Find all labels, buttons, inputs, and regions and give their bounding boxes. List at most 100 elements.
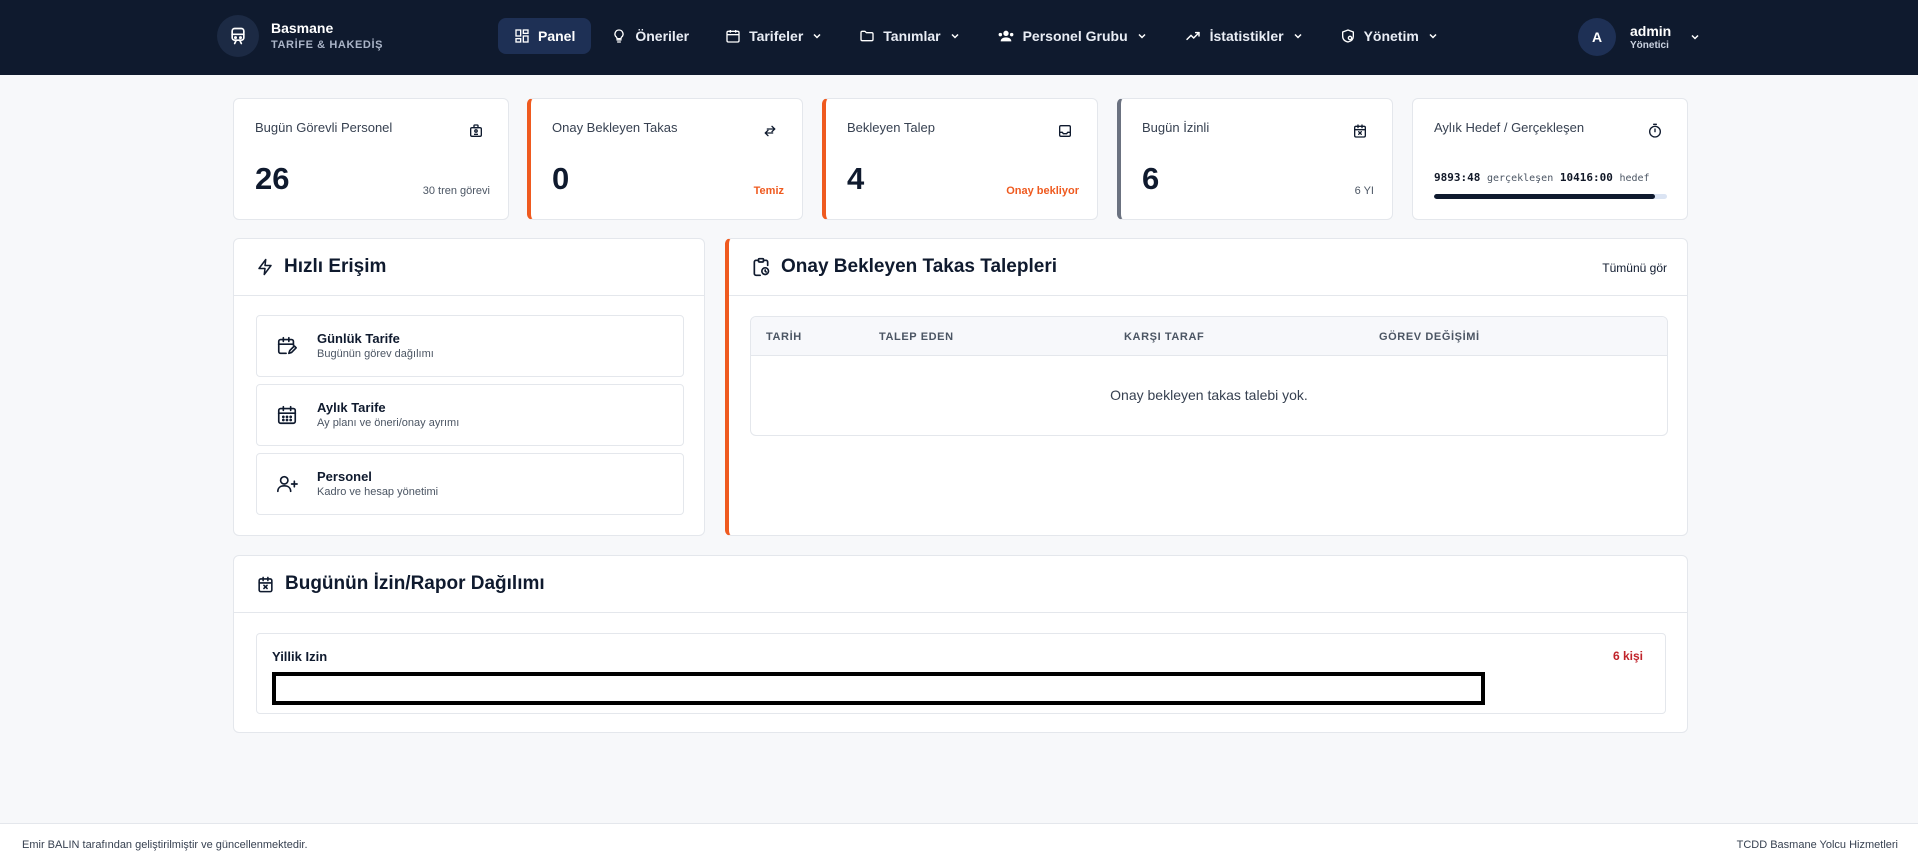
quick-item-subtitle: Ay planı ve öneri/onay ayrımı (317, 416, 460, 429)
chevron-down-icon (1429, 33, 1437, 39)
column-header-duty-change[interactable]: GÖREV DEĞİŞİMİ (1379, 331, 1480, 343)
swap-icon (764, 125, 776, 137)
id-badge-icon (470, 124, 482, 137)
nav-item-oneriler[interactable]: Öneriler (595, 18, 705, 54)
panel-header: Bugünün İzin/Rapor Dağılımı (234, 556, 1687, 613)
stat-card-monthly-goal: Aylık Hedef / Gerçekleşen 9893:48 gerçek… (1412, 98, 1688, 220)
quick-item-subtitle: Bugünün görev dağılımı (317, 347, 434, 360)
stat-card-pending-swap: Onay Bekleyen Takas 0 Temiz (527, 98, 803, 220)
empty-state-text: Onay bekleyen takas talebi yok. (1110, 387, 1308, 403)
swap-requests-panel: Onay Bekleyen Takas Talepleri Tümünü gör… (725, 238, 1688, 536)
stat-note: 30 tren görevi (422, 185, 490, 197)
stat-label: Bugün Görevli Personel (255, 120, 393, 135)
dashboard-icon (515, 29, 529, 43)
stat-label: Onay Bekleyen Takas (552, 120, 678, 135)
stat-note: Temiz (753, 185, 784, 197)
footer-org: TCDD Basmane Yolcu Hizmetleri (1736, 839, 1898, 851)
stat-card-pending-request: Bekleyen Talep 4 Onay bekliyor (822, 98, 1098, 220)
nav-label: Personel Grubu (1022, 28, 1128, 44)
nav-label: Öneriler (635, 28, 690, 44)
stopwatch-icon (1649, 123, 1661, 138)
calendar-edit-icon (275, 335, 299, 357)
nav-item-yonetim[interactable]: Yönetim (1324, 18, 1455, 54)
user-name: admin (1630, 22, 1672, 39)
calendar-grid-icon (275, 404, 299, 426)
inbox-icon (1059, 125, 1071, 137)
chevron-down-icon (1691, 34, 1699, 40)
calendar-x-icon (258, 576, 273, 592)
nav-label: Panel (538, 28, 576, 44)
brand-name: Basmane (271, 20, 334, 36)
stat-label: Bugün İzinli (1142, 120, 1210, 135)
users-icon (998, 30, 1013, 42)
quick-item-personnel[interactable]: Personel Kadro ve hesap yönetimi (256, 453, 684, 515)
main-nav: Panel Öneriler Tarifeler Tanımlar Person… (498, 18, 1459, 54)
quick-item-title: Günlük Tarife (317, 330, 400, 346)
chevron-down-icon (1294, 33, 1302, 39)
leave-distribution-panel: Bugünün İzin/Rapor Dağılımı Yillik Izin … (233, 555, 1688, 733)
goal-target: 10416:00 (1559, 171, 1613, 184)
folder-icon (860, 30, 874, 42)
quick-item-title: Personel (317, 468, 372, 484)
goal-progress-bar (1434, 194, 1667, 199)
stat-label: Aylık Hedef / Gerçekleşen (1434, 120, 1585, 135)
footer-credit: Emir BALIN tarafından geliştirilmiştir v… (22, 839, 308, 851)
leave-count: 6 kişi (1612, 649, 1643, 663)
chevron-down-icon (1138, 33, 1146, 39)
quick-item-daily-tariff[interactable]: Günlük Tarife Bugünün görev dağılımı (256, 315, 684, 377)
panel-title: Onay Bekleyen Takas Talepleri (781, 256, 1057, 277)
nav-item-tarifeler[interactable]: Tarifeler (709, 18, 839, 54)
shield-gear-icon (1341, 29, 1354, 43)
leave-row: Yillik Izin 6 kişi (256, 633, 1666, 714)
column-header-requester[interactable]: TALEP EDEN (879, 331, 954, 343)
avatar: A (1578, 18, 1616, 56)
panel-title: Bugünün İzin/Rapor Dağılımı (285, 573, 545, 594)
goal-target-label: hedef (1619, 173, 1650, 184)
calendar-x-icon (1354, 124, 1366, 138)
nav-item-tanimlar[interactable]: Tanımlar (843, 18, 976, 54)
nav-label: Tarifeler (749, 28, 804, 44)
nav-label: Tanımlar (883, 28, 941, 44)
goal-actual-label: gerçekleşen (1486, 173, 1554, 184)
quick-item-monthly-tariff[interactable]: Aylık Tarife Ay planı ve öneri/onay ayrı… (256, 384, 684, 446)
nav-label: İstatistikler (1209, 28, 1284, 44)
stat-value: 26 (255, 161, 290, 196)
table-header: TARİH TALEP EDEN KARŞI TARAF GÖREV DEĞİŞ… (751, 317, 1667, 356)
user-role: Yönetici (1630, 39, 1669, 51)
see-all-link[interactable]: Tümünü gör (1602, 261, 1667, 275)
stat-value: 0 (552, 161, 570, 196)
stat-card-on-leave: Bugün İzinli 6 6 YI (1117, 98, 1393, 220)
user-add-icon (275, 473, 299, 495)
chevron-down-icon (951, 33, 959, 39)
clipboard-clock-icon (753, 257, 770, 277)
user-menu[interactable]: A admin Yönetici (1578, 18, 1701, 56)
stat-card-on-duty: Bugün Görevli Personel 26 30 tren görevi (233, 98, 509, 220)
stat-value: 6 (1142, 161, 1160, 196)
stat-note: 6 YI (1354, 185, 1374, 197)
nav-item-panel[interactable]: Panel (498, 18, 592, 54)
nav-item-istatistikler[interactable]: İstatistikler (1168, 18, 1320, 54)
nav-label: Yönetim (1363, 28, 1419, 44)
top-navbar: Basmane TARİFE & HAKEDİŞ Panel Öneriler … (0, 0, 1918, 75)
panel-title: Hızlı Erişim (284, 256, 387, 277)
panel-header: Onay Bekleyen Takas Talepleri (729, 239, 1687, 296)
column-header-counterpart[interactable]: KARŞI TARAF (1124, 331, 1204, 343)
train-icon (217, 15, 259, 57)
chart-line-icon (1185, 31, 1200, 41)
stat-value: 4 (847, 161, 865, 196)
swap-requests-table: TARİH TALEP EDEN KARŞI TARAF GÖREV DEĞİŞ… (750, 316, 1668, 436)
stat-label: Bekleyen Talep (847, 120, 935, 135)
nav-item-personel-grubu[interactable]: Personel Grubu (981, 18, 1164, 54)
quick-item-subtitle: Kadro ve hesap yönetimi (317, 485, 439, 498)
panel-header: Hızlı Erişim (234, 239, 704, 296)
lightbulb-icon (614, 29, 625, 43)
quick-item-title: Aylık Tarife (317, 399, 386, 415)
stat-note: Onay bekliyor (1006, 185, 1079, 197)
calendar-icon (726, 30, 740, 43)
lightning-icon (258, 258, 272, 276)
column-header-date[interactable]: TARİH (766, 331, 802, 343)
leave-type-label: Yillik Izin (272, 649, 328, 664)
goal-line: 9893:48 gerçekleşen 10416:00 hedef (1434, 171, 1650, 184)
brand[interactable]: Basmane TARİFE & HAKEDİŞ (217, 15, 383, 57)
quick-access-panel: Hızlı Erişim Günlük Tarife Bugünün görev… (233, 238, 705, 536)
